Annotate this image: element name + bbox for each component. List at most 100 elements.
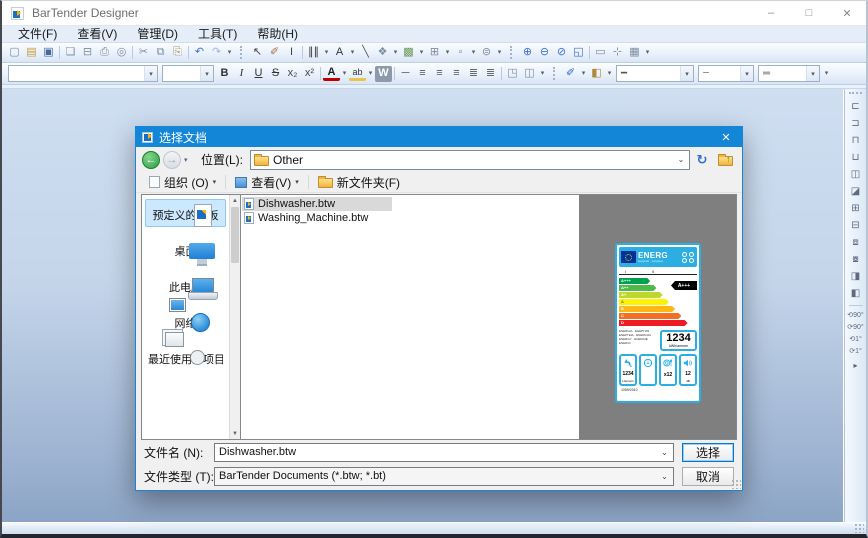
filename-value[interactable]: Dishwasher.btw [215,446,656,458]
align-justify-icon[interactable]: ≣ [465,66,482,82]
undo-icon[interactable]: ↶ [191,45,208,61]
paste-icon[interactable]: ⎘ [169,45,186,61]
database-setup-icon[interactable]: ⊟ [79,45,96,61]
back-button[interactable]: ← [142,151,160,169]
toolbar-options-icon[interactable]: ▾ [225,45,234,61]
location-combo[interactable]: Other ⌄ [250,150,690,170]
print-preview-icon[interactable]: ◎ [113,45,130,61]
dropdown-icon[interactable]: ▾ [366,66,375,82]
superscript-button[interactable]: x² [301,66,318,82]
grid-icon[interactable]: ▦ [626,45,643,61]
file-list[interactable]: Dishwasher.btw Washing_Machine.btw [241,195,579,439]
italic-button[interactable]: I [233,66,250,82]
chevron-down-icon[interactable]: ▾ [806,66,819,81]
filetype-combo[interactable]: BarTender Documents (*.btw; *.bt) ⌄ [214,467,674,486]
resize-grip[interactable] [854,523,864,533]
dialog-titlebar[interactable]: 选择文档 ✕ [136,127,742,147]
align-none-icon[interactable]: ─ [397,66,414,82]
chevron-down-icon[interactable]: ⌄ [673,151,689,169]
registration-marks-icon[interactable]: ⊹ [609,45,626,61]
close-button[interactable]: ✕ [828,1,866,25]
cut-icon[interactable]: ✂ [135,45,152,61]
scroll-up-icon[interactable]: ▲ [230,195,240,206]
align-right-icon[interactable]: ≡ [448,66,465,82]
chevron-down-icon[interactable]: ▾ [144,66,157,81]
toolbar-overflow-icon[interactable]: ▸ [853,361,857,370]
open-icon[interactable]: ▤ [23,45,40,61]
group-objects-icon[interactable]: ◨ [847,269,865,284]
make-same-height-icon[interactable]: ⧇ [847,252,865,267]
underline-button[interactable]: U [250,66,267,82]
dropdown-icon[interactable]: ▾ [469,45,478,61]
redo-icon[interactable]: ↷ [208,45,225,61]
chevron-down-icon[interactable]: ▾ [200,66,213,81]
file-row[interactable]: Dishwasher.btw [242,197,392,211]
new-folder-button[interactable]: 新文件夹(F) [313,173,405,192]
dropdown-icon[interactable]: ▾ [417,45,426,61]
align-bottom-edges-icon[interactable]: ⊔ [847,150,865,165]
rotate-button[interactable]: ⟳90° [847,323,863,331]
history-dropdown-icon[interactable]: ▾ [184,156,192,164]
refresh-button[interactable]: ↻ [693,152,711,168]
sidebar-place-item[interactable]: 桌面 [145,235,226,263]
copy-icon[interactable]: ⧉ [152,45,169,61]
page-setup-icon[interactable]: ❏ [62,45,79,61]
strikethrough-button[interactable]: S [267,66,284,82]
menu-item[interactable]: 管理(D) [127,26,188,42]
font-color-button[interactable]: A [323,67,340,81]
forward-button[interactable]: → [163,151,181,169]
text-tool-icon[interactable]: A [331,45,348,61]
font-family-combo[interactable]: ▾ [8,65,158,82]
dialog-close-button[interactable]: ✕ [710,127,742,147]
dropdown-icon[interactable]: ▾ [443,45,452,61]
dropdown-icon[interactable]: ▾ [391,45,400,61]
vertical-align-icon[interactable]: ≣ [482,66,499,82]
organize-button[interactable]: 组织 (O) ▾ [144,173,221,192]
dropdown-icon[interactable]: ▾ [495,45,504,61]
highlight-color-button[interactable]: ab [349,67,366,81]
sidebar-place-item[interactable]: 网络 [145,307,226,335]
menu-item[interactable]: 查看(V) [67,26,127,42]
rotate-button[interactable]: ⟲90° [847,311,863,319]
font-size-combo[interactable]: ▾ [162,65,214,82]
chevron-down-icon[interactable]: ▾ [680,66,693,81]
text-cursor-tool-icon[interactable]: I [283,45,300,61]
sidebar-place-item[interactable]: 最近使用的项目 [145,343,226,371]
scrollbar-thumb[interactable] [231,207,239,263]
picture-tool-icon[interactable]: ▩ [400,45,417,61]
sidebar-place-item[interactable]: 此电脑 [145,271,226,299]
save-icon[interactable]: ▣ [40,45,57,61]
subscript-button[interactable]: x₂ [284,66,301,82]
line-tool-icon[interactable]: ╲ [357,45,374,61]
chevron-down-icon[interactable]: ⌄ [656,468,673,485]
align-right-edges-icon[interactable]: ⊐ [847,116,865,131]
menu-item[interactable]: 工具(T) [188,26,247,42]
rotate-button[interactable]: ⟳1° [849,347,862,355]
align-center-icon[interactable]: ≡ [431,66,448,82]
format-painter-icon[interactable]: ✐ [266,45,283,61]
sidebar-scrollbar[interactable]: ▲ ▼ [229,195,240,439]
center-horizontally-icon[interactable]: ◫ [847,167,865,182]
new-document-icon[interactable]: ▢ [6,45,23,61]
zoom-fit-icon[interactable]: ◱ [570,45,587,61]
view-button[interactable]: 查看(V) ▾ [230,173,304,192]
minimize-button[interactable]: – [752,1,790,25]
dialog-resize-grip[interactable] [731,479,741,489]
align-top-edges-icon[interactable]: ⊓ [847,133,865,148]
toolbar-options-icon[interactable]: ▾ [538,66,547,82]
select-tool-icon[interactable]: ↖ [249,45,266,61]
file-row[interactable]: Washing_Machine.btw [242,211,392,225]
menu-item[interactable]: 帮助(H) [247,26,308,42]
toolbar-options-icon[interactable]: ▾ [822,66,831,82]
print-icon[interactable]: ⎙ [96,45,113,61]
align-left-edges-icon[interactable]: ⊏ [847,99,865,114]
up-one-level-button[interactable]: ↑ [714,154,736,166]
encode-tool-icon[interactable]: ⊜ [478,45,495,61]
make-same-width-icon[interactable]: ⧈ [847,235,865,250]
ungroup-objects-icon[interactable]: ◧ [847,286,865,301]
line-style-combo[interactable]: ┄ ▾ [698,65,754,82]
scroll-down-icon[interactable]: ▼ [230,428,240,439]
chevron-down-icon[interactable]: ⌄ [656,444,673,461]
shape-tool-icon[interactable]: ❖ [374,45,391,61]
distribute-horizontally-icon[interactable]: ⊞ [847,201,865,216]
